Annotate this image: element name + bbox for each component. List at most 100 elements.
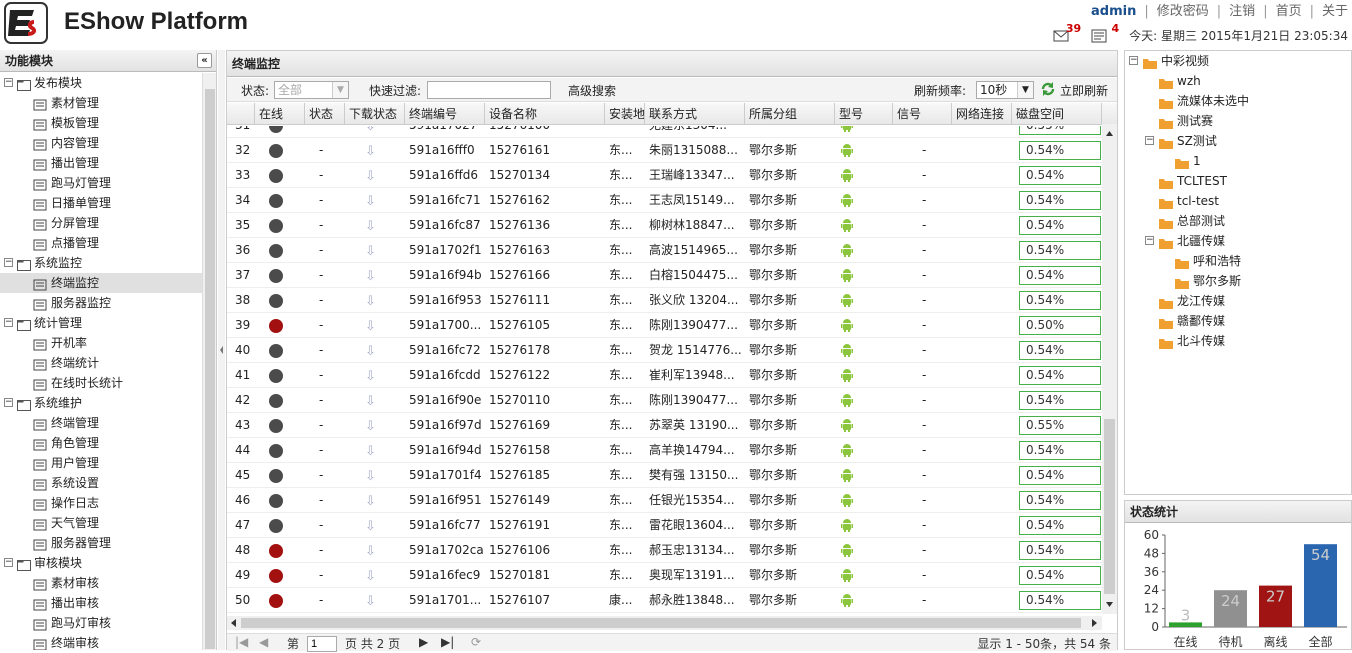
table-row[interactable]: 37 - ⇩ 591a16f94b 15276166 东... 白榕1504475... 鄂尔… bbox=[227, 263, 1102, 288]
about-link[interactable]: 关于 bbox=[1322, 4, 1348, 19]
task-icon[interactable]: 4 bbox=[1091, 22, 1119, 43]
nav-item[interactable]: 跑马灯管理 bbox=[0, 173, 202, 193]
nav-item[interactable]: 终端审核 bbox=[0, 633, 202, 650]
group-tree-node[interactable]: 1 bbox=[1125, 151, 1351, 171]
table-row[interactable]: 45 - ⇩ 591a1701f4 15276185 东... 樊有强 13150... 鄂尔… bbox=[227, 463, 1102, 488]
nav-item[interactable]: 用户管理 bbox=[0, 453, 202, 473]
home-link[interactable]: 首页 bbox=[1276, 4, 1302, 19]
prev-page-icon[interactable]: ◀ bbox=[259, 635, 268, 649]
column-header[interactable]: 终端编号 bbox=[405, 103, 485, 125]
nav-item[interactable]: 播出管理 bbox=[0, 153, 202, 173]
table-row[interactable]: 39 - ⇩ 591a1700... 15276105 东... 陈刚1390477... 鄂… bbox=[227, 313, 1102, 338]
table-row[interactable]: 47 - ⇩ 591a16fc77 15276191 东... 雷花眼13604... 鄂尔多… bbox=[227, 513, 1102, 538]
group-tree-node[interactable]: 赣鄱传媒 bbox=[1125, 311, 1351, 331]
collapse-toggle-icon[interactable]: − bbox=[4, 78, 13, 87]
column-header[interactable]: 状态 bbox=[305, 103, 345, 125]
refresh-rate-select[interactable]: 10秒 ▼ bbox=[976, 81, 1034, 99]
column-header[interactable]: 在线 bbox=[255, 103, 305, 125]
nav-item[interactable]: 内容管理 bbox=[0, 133, 202, 153]
nav-item[interactable]: 在线时长统计 bbox=[0, 373, 202, 393]
nav-item[interactable]: 服务器监控 bbox=[0, 293, 202, 313]
table-row[interactable]: 43 - ⇩ 591a16f97d 15276169 东... 苏翠英 13190... 鄂尔… bbox=[227, 413, 1102, 438]
status-select[interactable]: 全部 ▼ bbox=[274, 81, 349, 99]
nav-item[interactable]: 操作日志 bbox=[0, 493, 202, 513]
nav-item[interactable]: 角色管理 bbox=[0, 433, 202, 453]
column-header[interactable]: 网络连接 bbox=[952, 103, 1012, 125]
table-row[interactable]: 42 - ⇩ 591a16f90e 15270110 东... 陈刚1390477... 鄂尔… bbox=[227, 388, 1102, 413]
group-tree-node[interactable]: 流媒体未选中 bbox=[1125, 91, 1351, 111]
group-tree-node[interactable]: 北斗传媒 bbox=[1125, 331, 1351, 351]
group-tree-node[interactable]: − SZ测试 bbox=[1125, 131, 1351, 151]
group-tree-node[interactable]: 测试赛 bbox=[1125, 111, 1351, 131]
column-header[interactable]: 设备名称 bbox=[485, 103, 605, 125]
table-row[interactable]: 44 - ⇩ 591a16f94d 15276158 东... 高羊换14794... 鄂尔多… bbox=[227, 438, 1102, 463]
nav-item[interactable]: 终端统计 bbox=[0, 353, 202, 373]
nav-item[interactable]: 服务器管理 bbox=[0, 533, 202, 553]
nav-item[interactable]: 天气管理 bbox=[0, 513, 202, 533]
change-password-link[interactable]: 修改密码 bbox=[1157, 4, 1209, 19]
table-row[interactable]: 50 - ⇩ 591a1701... 15276107 康... 郝永胜13848... 鄂尔… bbox=[227, 588, 1102, 613]
table-row[interactable]: 38 - ⇩ 591a16f953 15276111 东... 张义欣 13204... 鄂尔… bbox=[227, 288, 1102, 313]
left-scrollbar[interactable] bbox=[202, 73, 216, 650]
nav-item[interactable]: 分屏管理 bbox=[0, 213, 202, 233]
nav-item[interactable]: 日播单管理 bbox=[0, 193, 202, 213]
table-row[interactable]: 36 - ⇩ 591a1702f1 15276163 东... 高波1514965... 鄂尔… bbox=[227, 238, 1102, 263]
collapse-toggle-icon[interactable]: − bbox=[4, 558, 13, 567]
grid-vertical-scrollbar[interactable] bbox=[1102, 124, 1117, 614]
table-row[interactable]: 35 - ⇩ 591a16fc87 15276136 东... 柳树林18847... 鄂尔多… bbox=[227, 213, 1102, 238]
table-row[interactable]: 41 - ⇩ 591a16fcdd 15276122 东... 崔利军13948... 鄂尔多… bbox=[227, 363, 1102, 388]
nav-item[interactable]: 跑马灯审核 bbox=[0, 613, 202, 633]
refresh-now-button[interactable]: 立即刷新 bbox=[1060, 82, 1108, 99]
table-row-partial[interactable]: 31 ⇩ 591a17027 15276100 无建东1304... 0.55% bbox=[227, 126, 1102, 138]
nav-group[interactable]: − 系统维护 bbox=[0, 393, 202, 413]
nav-item[interactable]: 播出审核 bbox=[0, 593, 202, 613]
column-header[interactable]: 磁盘空间 bbox=[1012, 103, 1102, 125]
group-tree-node[interactable]: − 北疆传媒 bbox=[1125, 231, 1351, 251]
table-row[interactable]: 46 - ⇩ 591a16f951 15276149 东... 任银光15354... 鄂尔多… bbox=[227, 488, 1102, 513]
table-row[interactable]: 48 - ⇩ 591a1702ca 15276106 东... 郝玉忠13134... 鄂尔多… bbox=[227, 538, 1102, 563]
first-page-icon[interactable]: |◀ bbox=[235, 635, 248, 649]
table-row[interactable]: 40 - ⇩ 591a16fc72 15276178 东... 贺龙 1514776... 鄂… bbox=[227, 338, 1102, 363]
collapse-toggle-icon[interactable]: − bbox=[4, 258, 13, 267]
nav-item[interactable]: 素材审核 bbox=[0, 573, 202, 593]
group-tree-node[interactable]: − 中彩视频 bbox=[1125, 51, 1351, 71]
nav-group[interactable]: − 审核模块 bbox=[0, 553, 202, 573]
nav-group[interactable]: − 发布模块 bbox=[0, 73, 202, 93]
next-page-icon[interactable]: ▶ bbox=[419, 635, 428, 649]
nav-item[interactable]: 终端监控 bbox=[0, 273, 202, 293]
group-tree-node[interactable]: TCLTEST bbox=[1125, 171, 1351, 191]
table-row[interactable]: 49 - ⇩ 591a16fec9 15270181 东... 奥现军13191... 鄂尔多… bbox=[227, 563, 1102, 588]
collapse-toggle-icon[interactable]: − bbox=[1145, 236, 1154, 245]
nav-item[interactable]: 开机率 bbox=[0, 333, 202, 353]
collapse-button[interactable]: « bbox=[197, 53, 212, 68]
mail-icon[interactable]: 39 bbox=[1053, 22, 1081, 43]
table-row[interactable]: 33 - ⇩ 591a16ffd6 15270134 东... 王瑞峰13347... 鄂尔多… bbox=[227, 163, 1102, 188]
column-header[interactable]: 所属分组 bbox=[745, 103, 835, 125]
advanced-search-link[interactable]: 高级搜索 bbox=[568, 82, 616, 99]
reload-icon[interactable]: ⟳ bbox=[471, 635, 481, 649]
group-tree-node[interactable]: 总部测试 bbox=[1125, 211, 1351, 231]
collapse-toggle-icon[interactable]: − bbox=[1129, 56, 1138, 65]
column-header[interactable]: 安装地 bbox=[605, 103, 645, 125]
group-tree-node[interactable]: 鄂尔多斯 bbox=[1125, 271, 1351, 291]
refresh-icon[interactable] bbox=[1040, 81, 1056, 100]
grid-horizontal-scrollbar[interactable] bbox=[227, 616, 1102, 630]
nav-group[interactable]: − 统计管理 bbox=[0, 313, 202, 333]
nav-item[interactable]: 系统设置 bbox=[0, 473, 202, 493]
nav-item[interactable]: 点播管理 bbox=[0, 233, 202, 253]
table-row[interactable]: 34 - ⇩ 591a16fc71 15276162 东... 王志凤15149... 鄂尔多… bbox=[227, 188, 1102, 213]
quick-filter-input[interactable] bbox=[427, 81, 551, 99]
nav-item[interactable]: 模板管理 bbox=[0, 113, 202, 133]
collapse-toggle-icon[interactable]: − bbox=[4, 398, 13, 407]
collapse-toggle-icon[interactable]: − bbox=[4, 318, 13, 327]
user-link[interactable]: admin bbox=[1091, 4, 1136, 19]
group-tree-node[interactable]: 龙江传媒 bbox=[1125, 291, 1351, 311]
nav-item[interactable]: 终端管理 bbox=[0, 413, 202, 433]
column-header[interactable]: 型号 bbox=[835, 103, 893, 125]
splitter[interactable] bbox=[218, 50, 225, 650]
column-header[interactable]: 联系方式 bbox=[645, 103, 745, 125]
nav-item[interactable]: 素材管理 bbox=[0, 93, 202, 113]
logout-link[interactable]: 注销 bbox=[1229, 4, 1255, 19]
collapse-toggle-icon[interactable]: − bbox=[1145, 136, 1154, 145]
last-page-icon[interactable]: ▶| bbox=[441, 635, 454, 649]
